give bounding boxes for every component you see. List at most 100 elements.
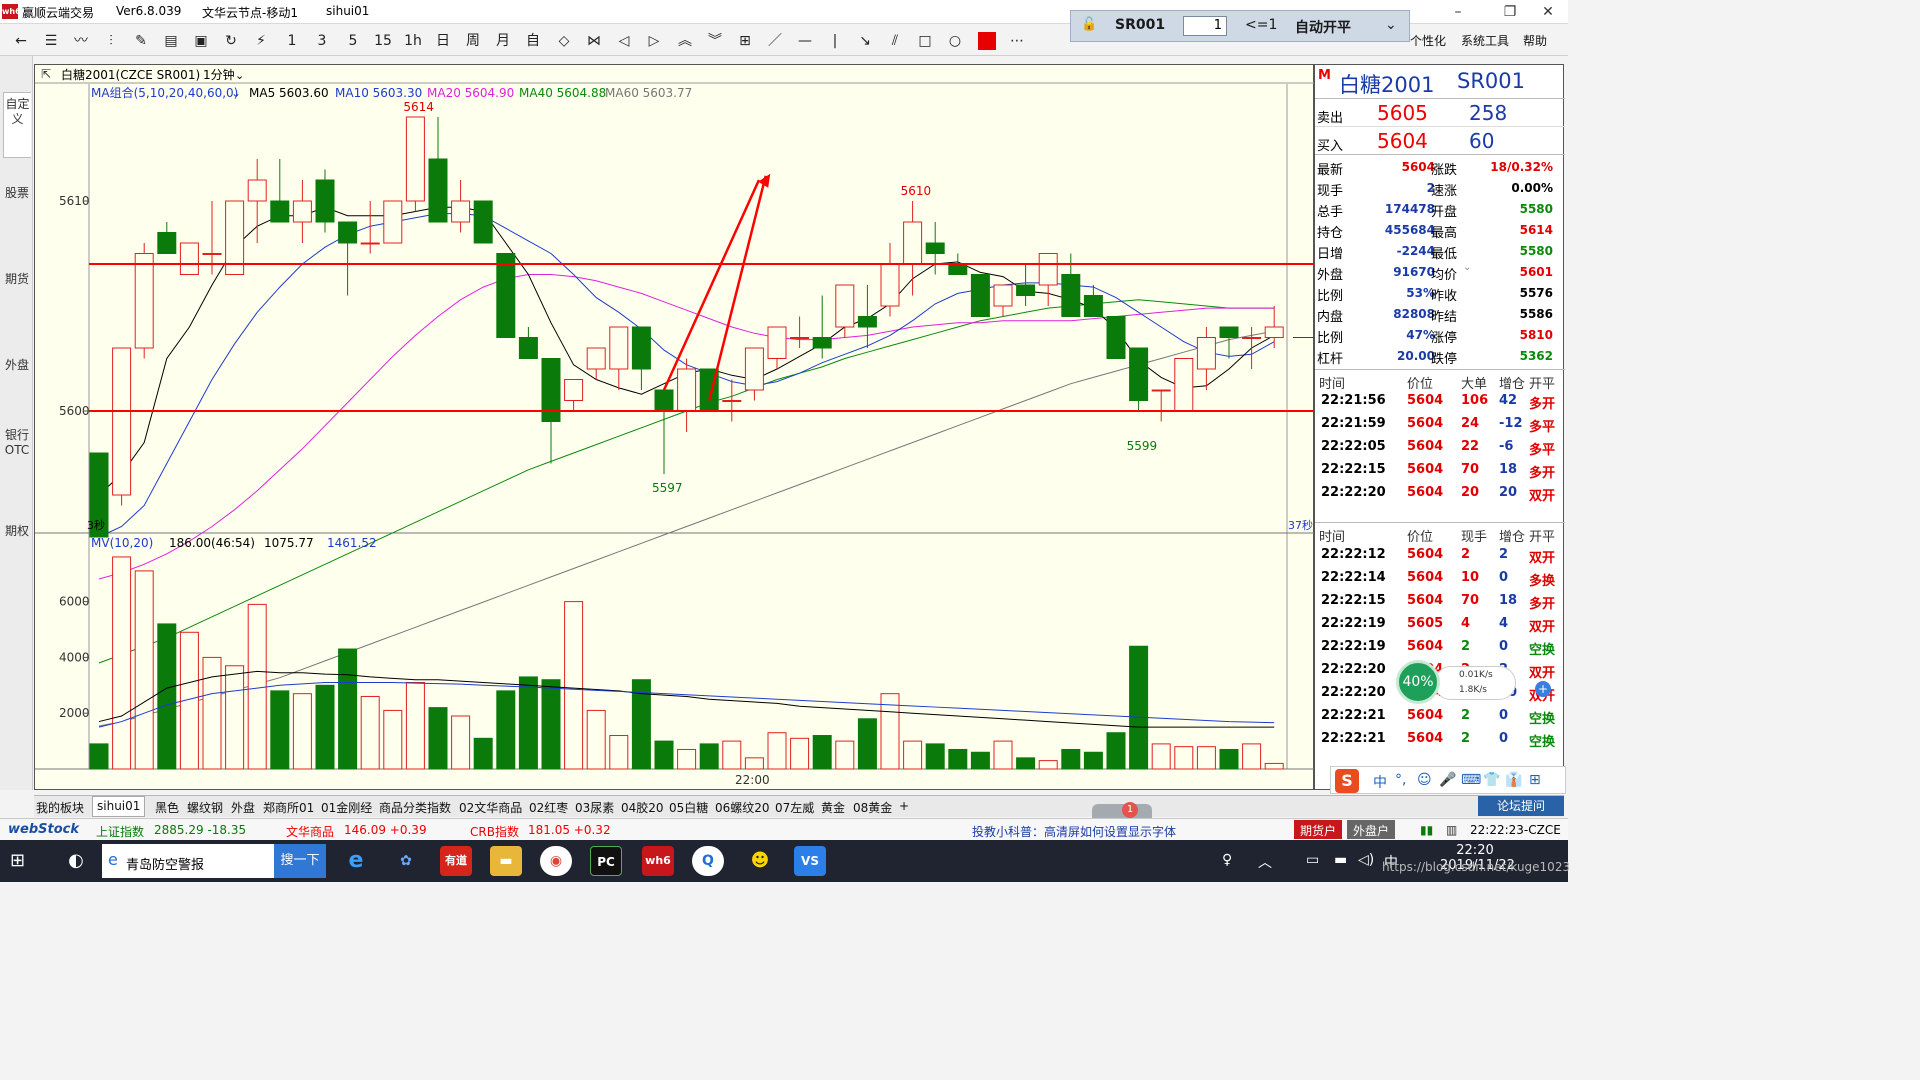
forum-question-button[interactable]: 论坛提问	[1478, 796, 1564, 816]
ray-icon[interactable]: ↘	[854, 30, 876, 52]
watchlist-tab[interactable]: 郑商所01	[263, 799, 314, 816]
fit-icon[interactable]: ◇	[553, 30, 575, 52]
bid-row[interactable]: 买入 5604 60	[1315, 127, 1565, 155]
back-icon[interactable]: ←	[10, 30, 32, 52]
period-5-button[interactable]: 5	[342, 30, 364, 52]
big-order-row[interactable]: 22:22:20 5604 20 20 双开	[1315, 482, 1565, 505]
tick-row[interactable]: 22:22:14 5604 10 0 多换	[1315, 567, 1565, 590]
volume-icon[interactable]: ◁)	[1358, 852, 1374, 868]
watchlist-tab[interactable]: 02文华商品	[459, 799, 522, 816]
photos-icon[interactable]: ✿	[390, 846, 422, 876]
watchlist-tab[interactable]: 05白糖	[669, 799, 708, 816]
keyboard-icon[interactable]: ⌨	[1461, 772, 1481, 788]
index-sh-name[interactable]: 上证指数	[96, 823, 144, 840]
bar-icon[interactable]: ⫶	[100, 30, 122, 52]
folder-icon[interactable]: ▬	[490, 846, 522, 876]
punctuation-icon[interactable]: °,	[1395, 772, 1406, 788]
task-view-icon[interactable]: ◐	[60, 846, 92, 876]
order-mode[interactable]: 自动开平	[1295, 17, 1351, 37]
grid-menu-icon[interactable]: ⊞	[1529, 772, 1541, 788]
watchlist-tab[interactable]: 黄金	[821, 799, 845, 816]
report-icon[interactable]: ▤	[160, 30, 182, 52]
edge-icon[interactable]: e	[340, 846, 372, 876]
index-wh-name[interactable]: 文华商品	[286, 823, 334, 840]
menu-system-tools[interactable]: 系统工具	[1461, 32, 1509, 49]
left-tab-custom[interactable]: 自定义	[3, 92, 31, 158]
order-contract[interactable]: SR001	[1115, 17, 1165, 33]
pycharm-icon[interactable]: PC	[590, 846, 622, 876]
more-icon[interactable]: ⋯	[1006, 30, 1028, 52]
watchlist-tab[interactable]: 黑色	[155, 799, 179, 816]
period-day-button[interactable]: 日	[432, 30, 454, 52]
left-tab-foreign[interactable]: 外盘	[3, 358, 31, 392]
up-icon[interactable]: ︽	[674, 30, 696, 52]
color-icon[interactable]	[978, 32, 996, 50]
big-order-row[interactable]: 22:21:56 5604 106 42 多开	[1315, 390, 1565, 413]
foreign-account-button[interactable]: 外盘户	[1347, 820, 1396, 839]
left-tab-options[interactable]: 期权	[3, 524, 31, 558]
tick-row[interactable]: 22:22:19 5604 2 0 空换	[1315, 636, 1565, 659]
big-order-row[interactable]: 22:22:05 5604 22 -6 多平	[1315, 436, 1565, 459]
watchlist-tab[interactable]: sihui01	[92, 796, 146, 817]
period-3-button[interactable]: 3	[311, 30, 333, 52]
shirt-icon[interactable]: 👔	[1505, 772, 1522, 788]
watchlist-tab[interactable]: 螺纹钢	[187, 799, 223, 816]
period-month-button[interactable]: 月	[492, 30, 514, 52]
rect-icon[interactable]: □	[914, 30, 936, 52]
watchlist-tab[interactable]: 02红枣	[529, 799, 568, 816]
menu-personalize[interactable]: 个性化	[1410, 32, 1446, 49]
line-icon[interactable]: ／	[764, 30, 786, 52]
watchlist-tab[interactable]: 06螺纹20	[715, 799, 770, 816]
watchlist-tab[interactable]: 01金刚经	[321, 799, 372, 816]
index-crb-name[interactable]: CRB指数	[470, 823, 519, 840]
period-1-button[interactable]: 1	[281, 30, 303, 52]
tick-row[interactable]: 22:22:21 5604 2 0 空换	[1315, 728, 1565, 751]
futures-account-button[interactable]: 期货户	[1294, 820, 1343, 839]
tick-row[interactable]: 22:22:12 5604 2 2 双开	[1315, 544, 1565, 567]
chart-panel[interactable]: ⇱ 白糖2001(CZCE SR001) 1分钟 ⌄ MA组合(5,10,20,…	[34, 64, 1315, 790]
collapse-icon[interactable]: ⋈	[583, 30, 605, 52]
tick-row[interactable]: 22:22:19 5605 4 4 双开	[1315, 613, 1565, 636]
wenhua-icon[interactable]: wh6	[642, 846, 674, 876]
vline-icon[interactable]: |	[824, 30, 846, 52]
order-limit[interactable]: <=1	[1245, 17, 1277, 33]
search-go-button[interactable]: 搜一下	[274, 844, 326, 878]
microphone-icon[interactable]: 🎤	[1439, 772, 1456, 788]
period-1h-button[interactable]: 1h	[402, 30, 424, 52]
left-tab-futures[interactable]: 期货	[3, 272, 31, 306]
watchlist-tab[interactable]: 08黄金	[853, 799, 892, 816]
order-quantity-input[interactable]: 1	[1183, 16, 1227, 36]
windows-start-icon[interactable]: ⊞	[10, 850, 32, 872]
watchlist-tab[interactable]: 07左威	[775, 799, 814, 816]
tick-row[interactable]: 22:22:15 5604 70 18 多开	[1315, 590, 1565, 613]
watchlist-tab[interactable]: 我的板块	[36, 799, 84, 816]
chevron-down-icon[interactable]: ⌄	[1385, 17, 1397, 33]
zigzag-icon[interactable]: ⚡	[250, 30, 272, 52]
close-icon[interactable]: ✕	[1526, 0, 1570, 24]
big-order-row[interactable]: 22:21:59 5604 24 -12 多平	[1315, 413, 1565, 436]
people-icon[interactable]: ♀	[1222, 852, 1232, 868]
battery-icon[interactable]: ▬	[1334, 852, 1347, 868]
tray-up-icon[interactable]: ︿	[1258, 852, 1272, 872]
line-chart-icon[interactable]: 〰	[70, 30, 92, 52]
save-icon[interactable]: ▣	[190, 30, 212, 52]
period-custom-button[interactable]: 自	[522, 30, 544, 52]
qq-icon[interactable]: ☻	[744, 846, 776, 876]
skin-icon[interactable]: 👕	[1483, 772, 1500, 788]
menu-help[interactable]: 帮助	[1523, 32, 1547, 49]
period-week-button[interactable]: 周	[462, 30, 484, 52]
period-15-button[interactable]: 15	[372, 30, 394, 52]
right-icon[interactable]: ▷	[643, 30, 665, 52]
minimize-icon[interactable]: –	[1436, 0, 1480, 24]
lock-icon[interactable]: 🔓	[1081, 17, 1097, 32]
parallel-icon[interactable]: ⫽	[884, 30, 906, 52]
pen-icon[interactable]: ✎	[130, 30, 152, 52]
emoji-icon[interactable]: ☺	[1417, 772, 1432, 788]
qq-browser-icon[interactable]: Q	[692, 846, 724, 876]
vcode-icon[interactable]: VS	[794, 846, 826, 876]
monitor-icon[interactable]: ▭	[1306, 852, 1319, 868]
big-order-row[interactable]: 22:22:15 5604 70 18 多开	[1315, 459, 1565, 482]
watchlist-tab[interactable]: 04胶20	[621, 799, 664, 816]
watchlist-tab[interactable]: 03尿素	[575, 799, 614, 816]
youdao-icon[interactable]: 有道	[440, 846, 472, 876]
